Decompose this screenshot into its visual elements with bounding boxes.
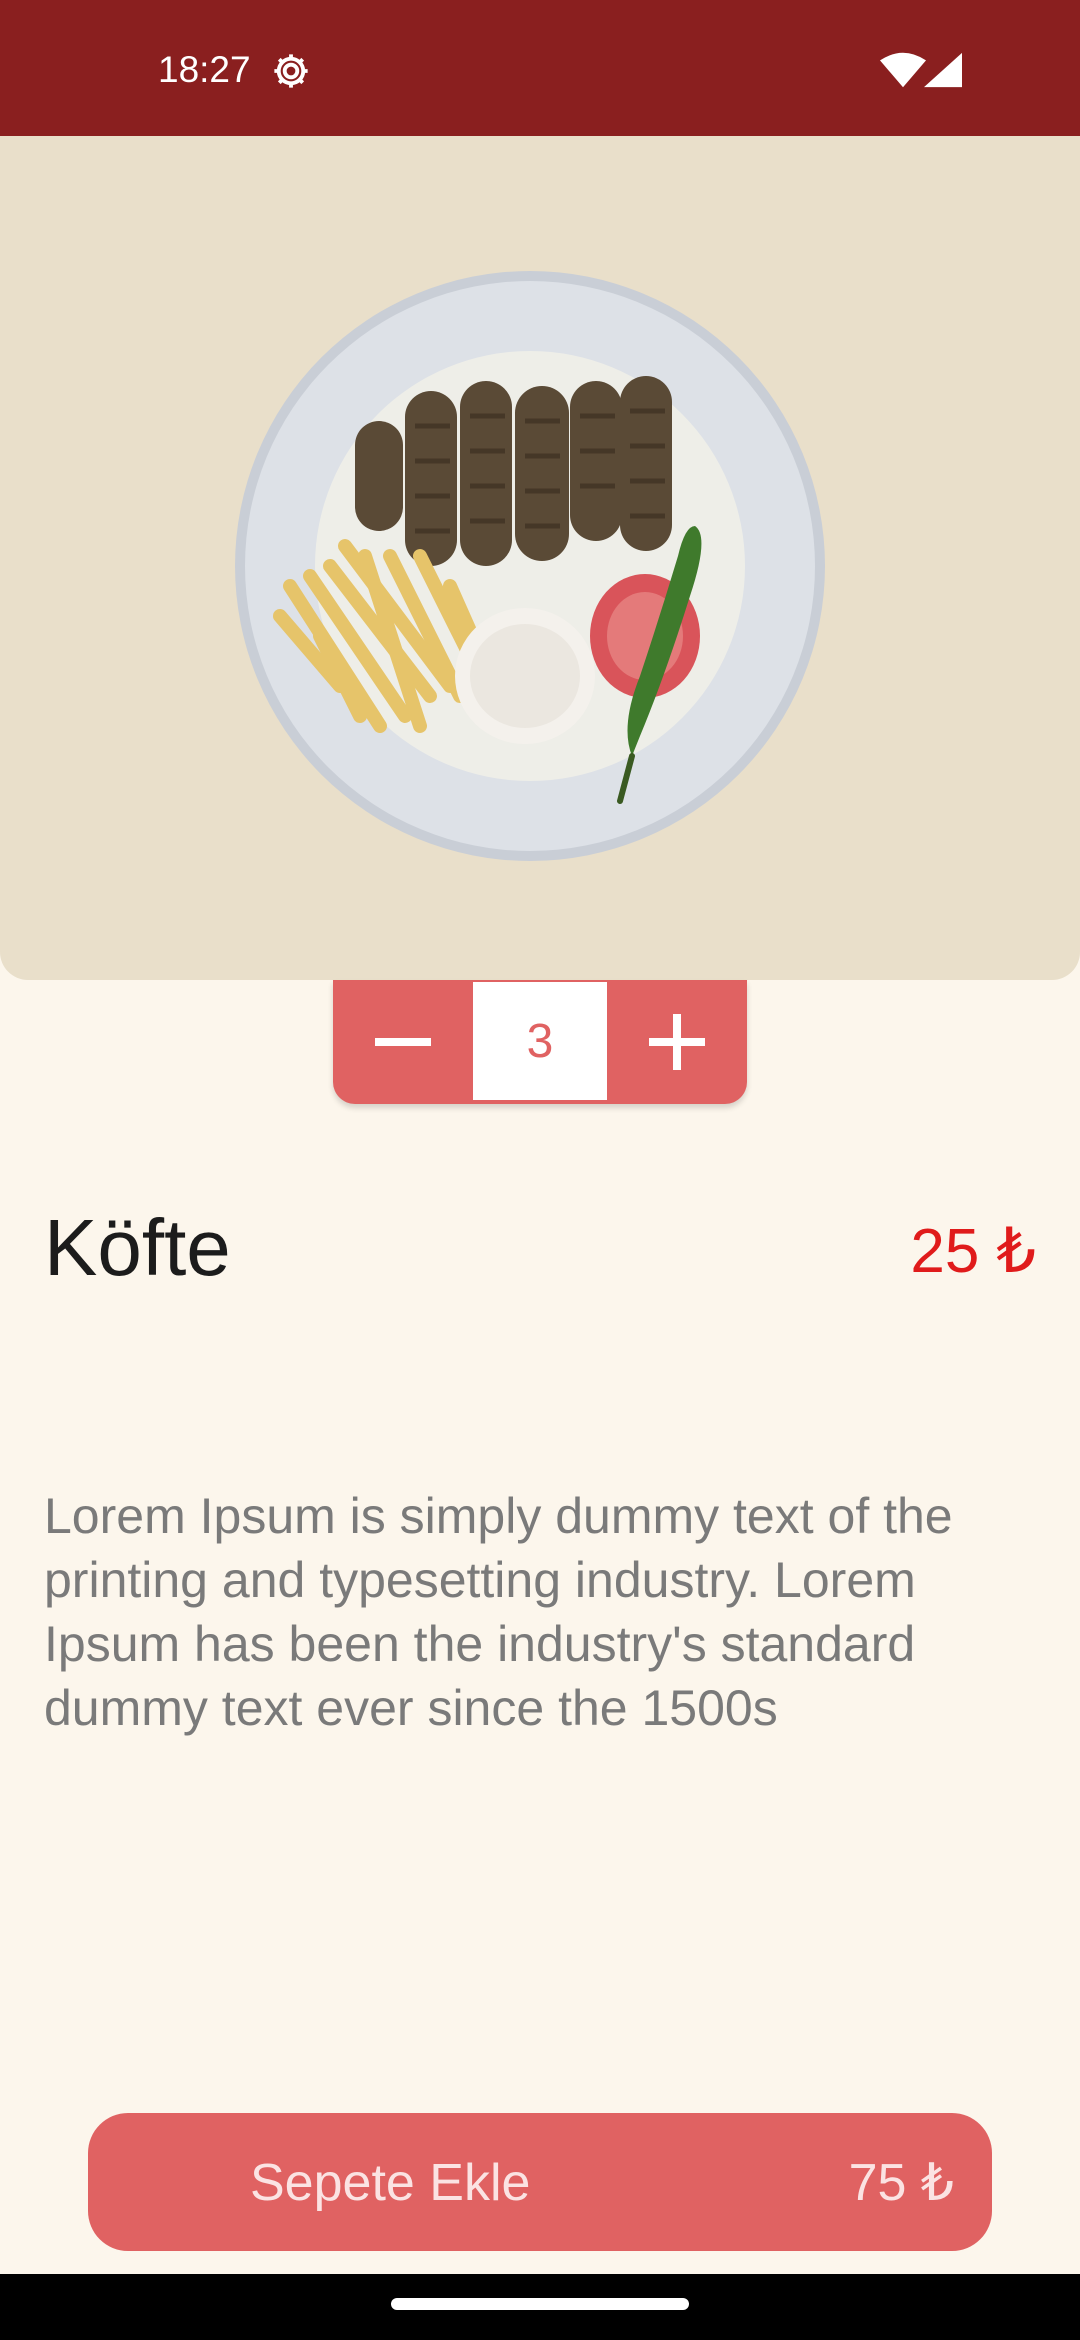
kofte-plate-image: [235, 271, 825, 861]
cellular-signal-icon: [924, 52, 962, 88]
wifi-icon: [880, 52, 926, 88]
settings-gear-icon: [274, 54, 308, 88]
status-bar: 18:27: [0, 0, 1080, 136]
quantity-stepper: 3: [333, 980, 747, 1104]
status-time: 18:27: [158, 49, 251, 90]
quantity-value: 3: [473, 982, 607, 1100]
product-price: 25 ₺: [910, 1217, 1036, 1286]
product-title: Köfte: [44, 1203, 231, 1292]
increase-quantity-button[interactable]: [607, 980, 747, 1104]
plus-icon: [649, 1014, 705, 1070]
product-image-area: [0, 136, 1080, 980]
product-description: Lorem Ipsum is simply dummy text of the …: [44, 1488, 953, 1736]
home-indicator[interactable]: [391, 2298, 689, 2310]
add-to-cart-button[interactable]: Sepete Ekle 75 ₺: [88, 2113, 992, 2251]
add-to-cart-label: Sepete Ekle: [250, 2154, 531, 2212]
cart-total-price: 75 ₺: [848, 2154, 954, 2212]
minus-icon: [375, 1038, 431, 1046]
system-navigation-bar: [0, 2274, 1080, 2340]
decrease-quantity-button[interactable]: [333, 980, 473, 1104]
